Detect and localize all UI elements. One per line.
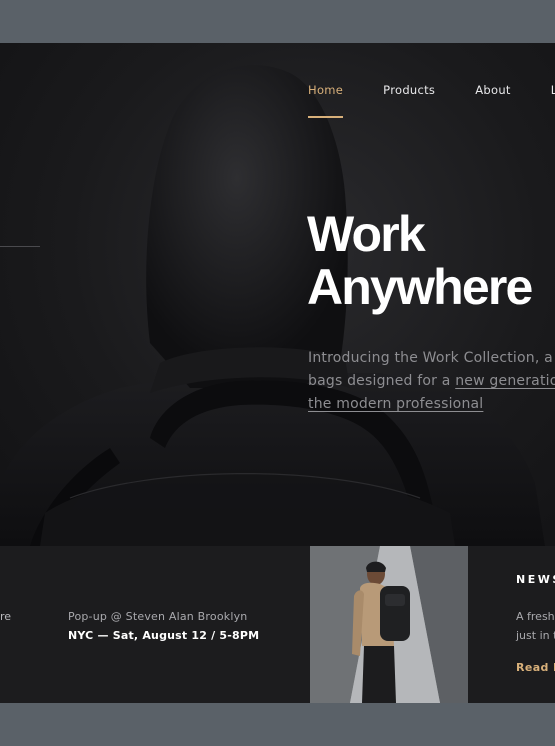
event-date: NYC — Sat, August 12 / 5-8PM — [68, 629, 260, 642]
read-more-link[interactable]: Read M — [516, 661, 555, 674]
nav-item-products[interactable]: Products — [383, 83, 435, 97]
news-text-line-2: just in t — [516, 629, 555, 642]
main-nav: Home Products About Lo — [308, 83, 555, 118]
news-text: A fresh just in t — [516, 607, 555, 645]
nav-item-home[interactable]: Home — [308, 83, 344, 118]
nav-item-lo[interactable]: Lo — [551, 83, 555, 97]
headline-line-1: Work — [307, 206, 426, 262]
side-divider — [0, 246, 40, 247]
nav-item-about[interactable]: About — [475, 83, 511, 97]
bottom-band: re Pop-up @ Steven Alan Brooklyn NYC — S… — [0, 546, 555, 703]
intro-line-2-text: bags designed for a — [308, 373, 456, 389]
hero-intro-text: Introducing the Work Collection, a l bag… — [308, 347, 555, 416]
news-label: NEWS — [516, 573, 555, 586]
landing-page: Home Products About Lo Work Anywhere Int… — [0, 43, 555, 703]
intro-link-1[interactable]: new generation — [455, 373, 555, 389]
previous-event-fragment: re — [0, 610, 12, 623]
news-text-line-1: A fresh — [516, 610, 555, 623]
man-with-backpack-image — [310, 546, 468, 703]
intro-line-1: Introducing the Work Collection, a l — [308, 350, 555, 366]
headline-line-2: Anywhere — [307, 259, 533, 315]
news-photo[interactable] — [310, 546, 468, 703]
hero-section: Home Products About Lo Work Anywhere Int… — [0, 43, 555, 546]
event-title: Pop-up @ Steven Alan Brooklyn — [68, 610, 248, 623]
intro-link-2[interactable]: the modern professional — [308, 396, 483, 412]
hero-headline: Work Anywhere — [307, 206, 533, 315]
